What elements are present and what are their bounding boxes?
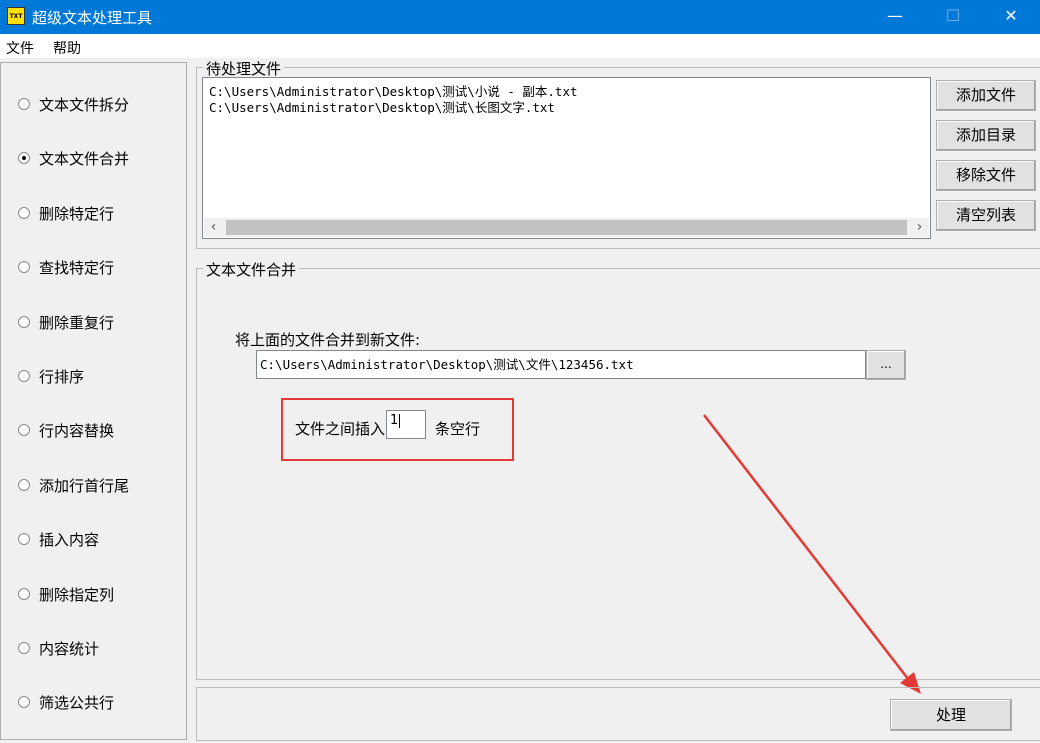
annotation-arrow (703, 414, 921, 694)
arrow-shaft (703, 414, 913, 685)
process-button[interactable]: 处理 (890, 699, 1012, 731)
